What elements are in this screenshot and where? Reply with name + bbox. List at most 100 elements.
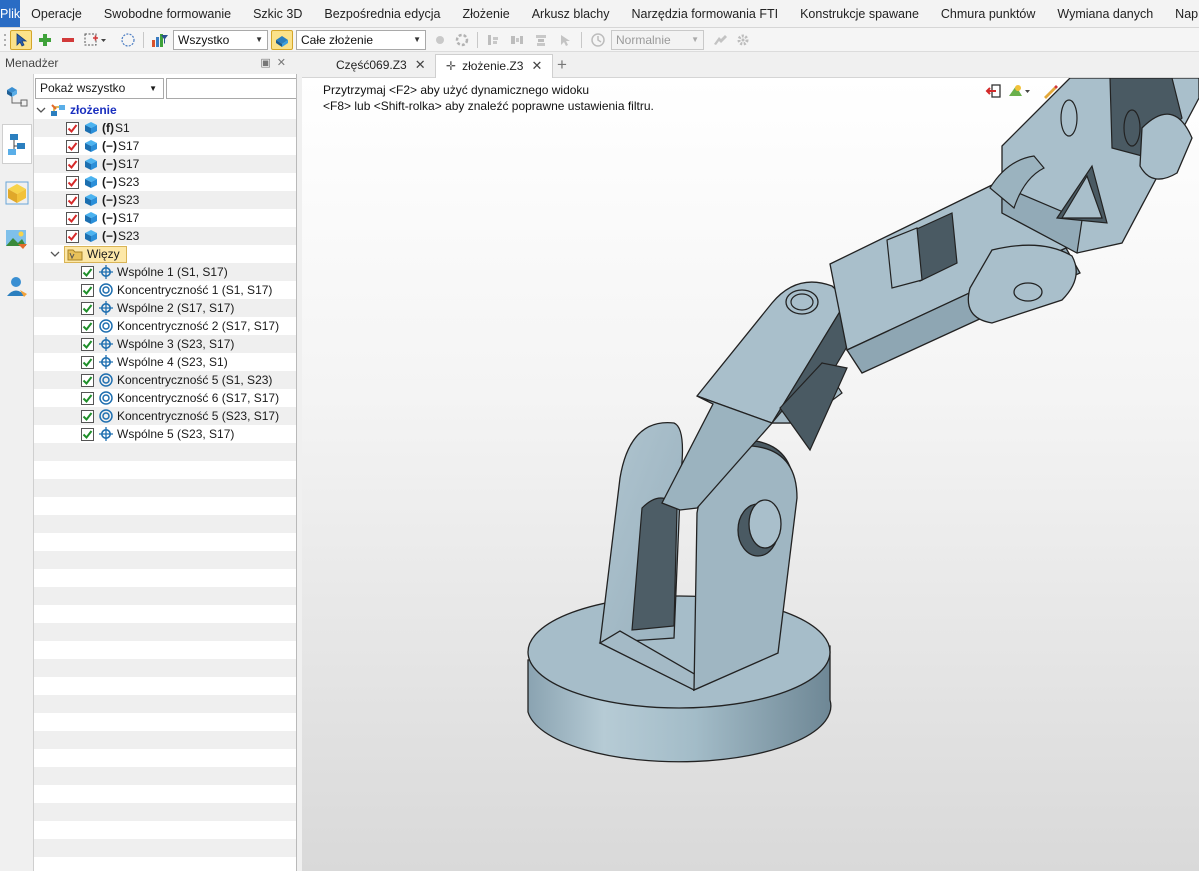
tree-part-item[interactable]: (−) S23 xyxy=(34,227,296,245)
tree-constraint-item[interactable]: Wspólne 3 (S23, S17) xyxy=(34,335,296,353)
menu-item[interactable]: Swobodne formowanie xyxy=(93,0,242,27)
visibility-checkbox[interactable] xyxy=(66,211,79,225)
constraint-checkbox[interactable] xyxy=(81,391,94,405)
tree-constraint-item[interactable]: Koncentryczność 1 (S1, S17) xyxy=(34,281,296,299)
close-icon[interactable]: ✕ xyxy=(277,57,292,69)
visibility-checkbox[interactable] xyxy=(66,175,79,189)
concentric-circles-icon xyxy=(99,283,113,297)
filter-select[interactable]: Wszystko ▼ xyxy=(173,30,268,50)
tree-constraint-item[interactable]: Koncentryczność 2 (S17, S17) xyxy=(34,317,296,335)
visibility-checkbox[interactable] xyxy=(66,139,79,153)
align-button-3[interactable] xyxy=(532,30,550,50)
visibility-checkbox[interactable] xyxy=(66,193,79,207)
pointer-button[interactable] xyxy=(556,30,574,50)
tree-part-item[interactable]: (−) S23 xyxy=(34,191,296,209)
new-tab-button[interactable]: + xyxy=(557,55,567,75)
tab-document-active[interactable]: ✛ złożenie.Z3 ✕ xyxy=(435,54,554,78)
tree-constraint-item[interactable]: Koncentryczność 5 (S1, S23) xyxy=(34,371,296,389)
tab-document[interactable]: Część069.Z3 ✕ xyxy=(326,54,436,78)
history-tree-tab[interactable] xyxy=(4,83,30,109)
robot-arm-model[interactable] xyxy=(302,78,1199,871)
tree-part-item[interactable]: (−) S17 xyxy=(34,137,296,155)
visibility-checkbox[interactable] xyxy=(66,121,79,135)
tree-part-item[interactable]: (−) S23 xyxy=(34,173,296,191)
menu-file[interactable]: Plik xyxy=(0,0,21,27)
menu-item[interactable]: Arkusz blachy xyxy=(521,0,621,27)
chevron-down-icon[interactable] xyxy=(50,245,60,263)
visibility-checkbox[interactable] xyxy=(66,157,79,171)
mode-select[interactable]: Normalnie ▼ xyxy=(611,30,704,50)
constraints-folder-selected[interactable]: Więzy xyxy=(64,245,127,263)
constraint-label: Wspólne 2 (S17, S17) xyxy=(117,301,235,315)
tree-constraints-folder[interactable]: Więzy xyxy=(34,245,296,263)
tree-constraint-item[interactable]: Wspólne 1 (S1, S17) xyxy=(34,263,296,281)
manager-header: Menadżer ▣✕ xyxy=(0,52,300,74)
tree-root-assembly[interactable]: złożenie xyxy=(34,101,296,119)
select-tool-button[interactable] xyxy=(10,30,32,50)
view-manager-tab[interactable] xyxy=(4,226,30,252)
chevron-down-icon[interactable] xyxy=(36,101,46,119)
pin-icon[interactable]: ▣ xyxy=(260,57,276,69)
filter-button[interactable] xyxy=(150,30,170,50)
tree-part-item[interactable]: (−) S17 xyxy=(34,209,296,227)
disabled-dot-button[interactable] xyxy=(432,30,448,50)
tree-empty-row xyxy=(34,569,296,587)
close-icon[interactable]: ✕ xyxy=(415,57,426,72)
add-button[interactable] xyxy=(36,30,54,50)
visibility-checkbox[interactable] xyxy=(66,229,79,243)
menu-item[interactable]: Wymiana danych xyxy=(1046,0,1164,27)
filter-chart-icon xyxy=(152,34,168,47)
tree-constraint-item[interactable]: Wspólne 5 (S23, S17) xyxy=(34,425,296,443)
menu-item[interactable]: Operacje xyxy=(20,0,93,27)
constraint-checkbox[interactable] xyxy=(81,301,94,315)
constraint-checkbox[interactable] xyxy=(81,355,94,369)
align-button-2[interactable] xyxy=(508,30,526,50)
assembly-tree-tab[interactable] xyxy=(2,124,32,164)
tree-empty-row xyxy=(34,839,296,857)
user-icon xyxy=(7,277,27,297)
close-icon[interactable]: ✕ xyxy=(531,58,542,73)
history-button[interactable] xyxy=(588,30,608,50)
constraint-checkbox[interactable] xyxy=(81,337,94,351)
part-state-prefix: (−) xyxy=(102,157,117,171)
menu-item[interactable]: Złożenie xyxy=(451,0,520,27)
constraint-checkbox[interactable] xyxy=(81,283,94,297)
constraint-checkbox[interactable] xyxy=(81,319,94,333)
parts-library-tab[interactable] xyxy=(4,180,30,206)
tree-constraint-item[interactable]: Koncentryczność 5 (S23, S17) xyxy=(34,407,296,425)
constraint-checkbox[interactable] xyxy=(81,373,94,387)
tool-button-a[interactable] xyxy=(709,30,731,50)
tree-constraint-item[interactable]: Wspólne 2 (S17, S17) xyxy=(34,299,296,317)
menu-item[interactable]: Chmura punktów xyxy=(930,0,1047,27)
tree-constraint-item[interactable]: Koncentryczność 6 (S17, S17) xyxy=(34,389,296,407)
tree-part-item[interactable]: (f) S1 xyxy=(34,119,296,137)
concentric-circles-icon xyxy=(99,373,113,387)
remove-button[interactable] xyxy=(59,30,77,50)
menu-item[interactable]: Bezpośrednia edycja xyxy=(313,0,451,27)
tree-search-input[interactable] xyxy=(166,78,296,99)
menu-item[interactable]: Konstrukcje spawane xyxy=(789,0,930,27)
tool-button-b[interactable] xyxy=(733,30,753,50)
menu-item[interactable]: Szkic 3D xyxy=(242,0,313,27)
tree-constraint-item[interactable]: Wspólne 4 (S23, S1) xyxy=(34,353,296,371)
lasso-button[interactable] xyxy=(118,30,138,50)
checkmark-icon xyxy=(67,159,78,169)
assembly-icon xyxy=(51,104,65,116)
tree-filter-select[interactable]: Pokaż wszystko ▼ xyxy=(35,78,164,99)
align-button-1[interactable] xyxy=(484,30,502,50)
constraint-checkbox[interactable] xyxy=(81,265,94,279)
tree-part-item[interactable]: (−) S17 xyxy=(34,155,296,173)
constraint-checkbox[interactable] xyxy=(81,409,94,423)
user-manager-tab[interactable] xyxy=(4,274,30,300)
refresh-button[interactable] xyxy=(453,30,471,50)
menu-item[interactable]: Narzędzia formowania FTI xyxy=(621,0,790,27)
tree-filter-row: Pokaż wszystko ▼ xyxy=(34,78,296,100)
box-select-dropdown[interactable] xyxy=(82,30,108,50)
hand-tool-icon xyxy=(714,35,727,45)
3d-viewport[interactable]: Przytrzymaj <F2> aby użyć dynamicznego w… xyxy=(302,78,1199,871)
scope-select[interactable]: Całe złożenie ▼ xyxy=(296,30,426,50)
scope-select-value: Całe złożenie xyxy=(301,33,374,47)
menu-item[interactable]: Naprawa xyxy=(1164,0,1199,27)
scope-toggle-button[interactable] xyxy=(271,30,293,50)
constraint-checkbox[interactable] xyxy=(81,427,94,441)
